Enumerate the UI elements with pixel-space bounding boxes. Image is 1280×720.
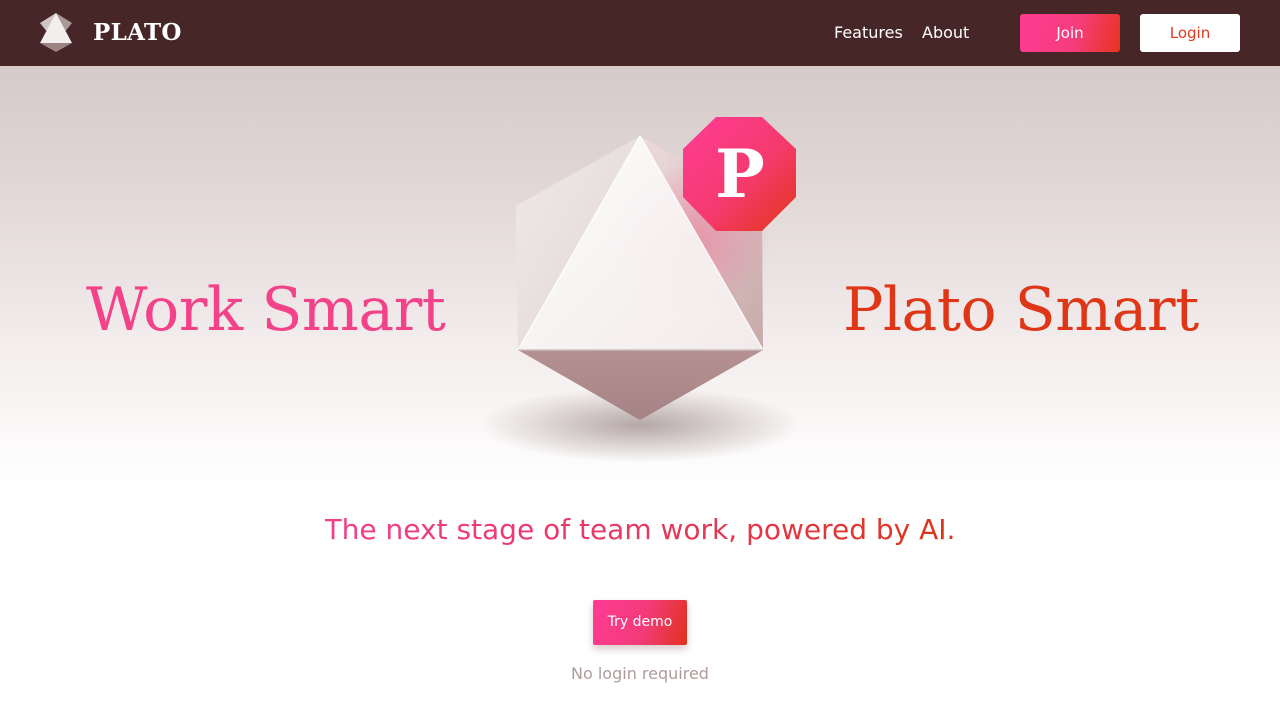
brand-name[interactable]: PLATO (93, 18, 182, 48)
nav-link-features[interactable]: Features (834, 22, 903, 44)
tagline: The next stage of team work, powered by … (0, 510, 1280, 550)
try-demo-button[interactable]: Try demo (593, 600, 687, 645)
tagline-text: The next stage of team work, powered by … (324, 513, 956, 546)
octahedron-logo-icon[interactable] (38, 13, 74, 53)
nav-link-about[interactable]: About (922, 22, 969, 44)
join-button[interactable]: Join (1020, 14, 1120, 52)
no-login-note: No login required (571, 664, 709, 683)
headline-work-smart: Work Smart (86, 275, 446, 345)
login-button[interactable]: Login (1140, 14, 1240, 52)
top-navbar: PLATO Features About Join Login (0, 0, 1280, 66)
headline-plato-smart: Plato Smart (843, 275, 1199, 345)
plato-badge-letter: P (715, 135, 765, 213)
